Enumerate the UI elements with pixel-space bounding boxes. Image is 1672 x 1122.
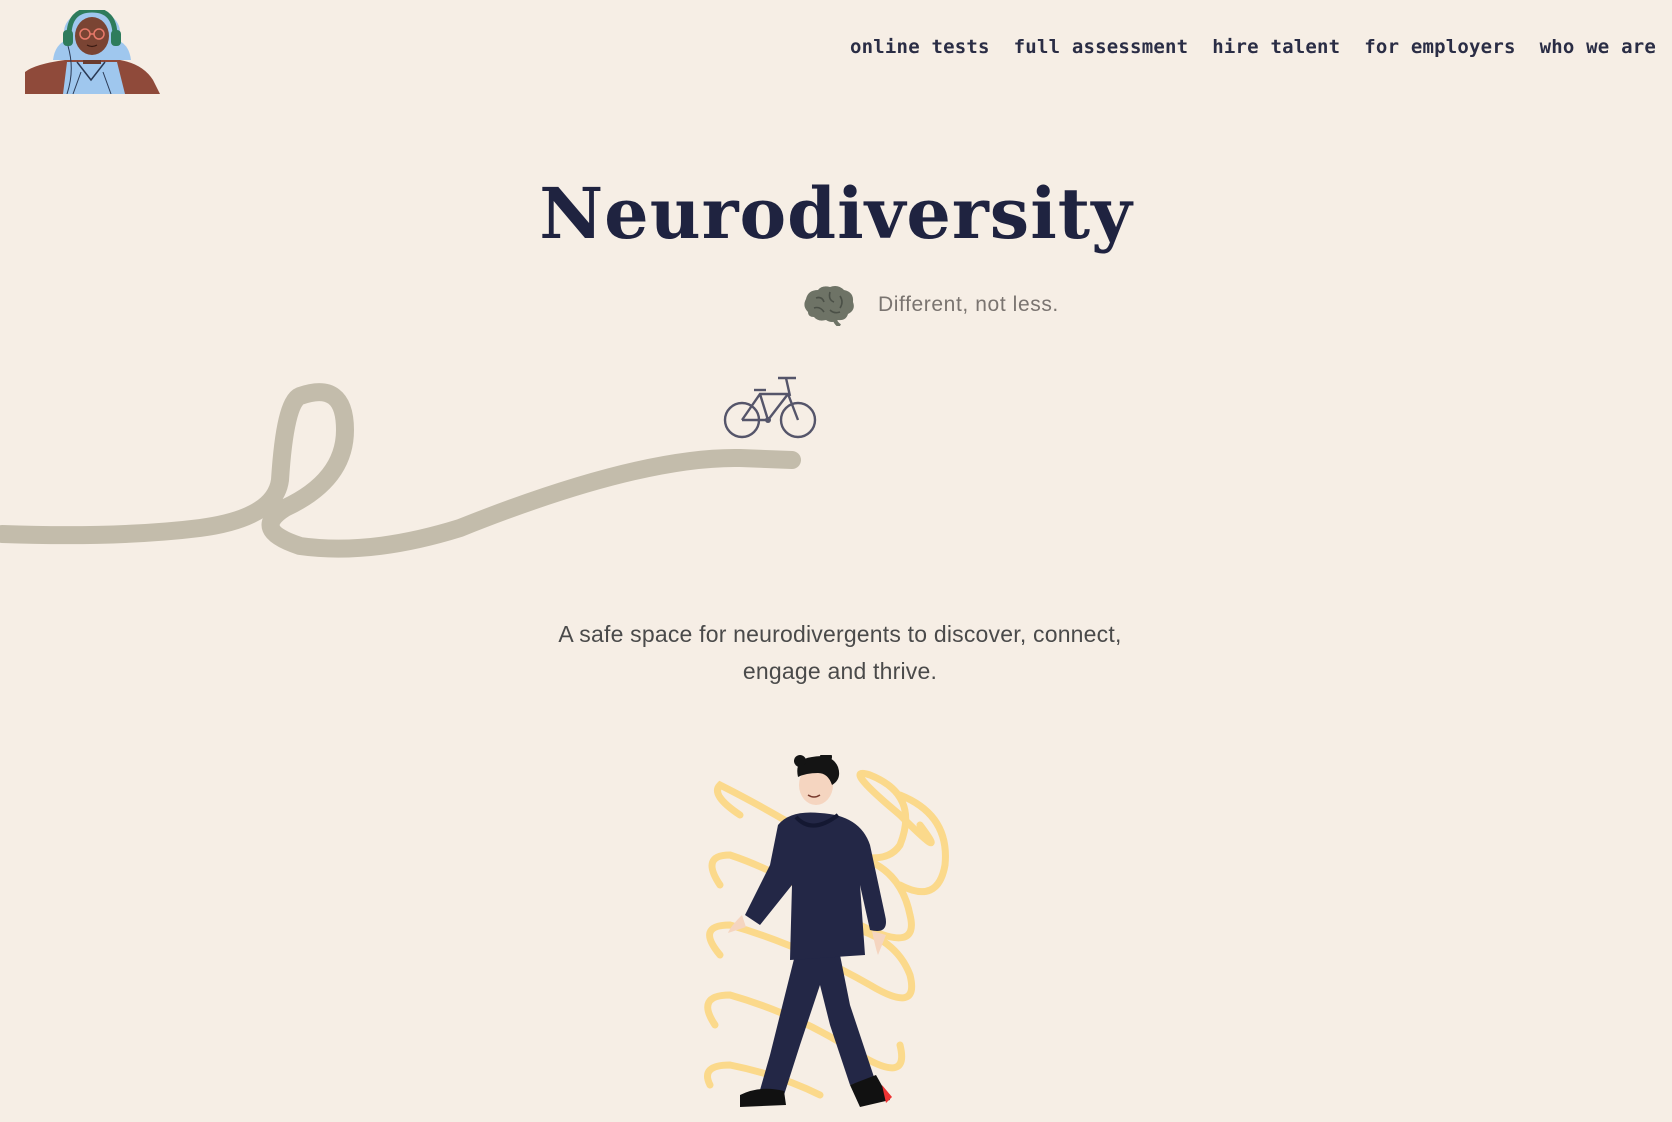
nav-who-we-are[interactable]: who we are: [1540, 36, 1656, 58]
bicycle-icon: [723, 376, 817, 439]
tagline-text: Different, not less.: [878, 293, 1059, 316]
nav-hire-talent[interactable]: hire talent: [1212, 36, 1340, 58]
tagline-row: Different, not less.: [800, 284, 1059, 326]
walking-person-illustration: [704, 755, 949, 1107]
nav-online-tests[interactable]: online tests: [850, 36, 990, 58]
intro-text: A safe space for neurodivergents to disc…: [0, 616, 1672, 690]
brain-icon: [804, 286, 854, 326]
hero-title: Neurodiversity: [539, 172, 1133, 255]
nav-for-employers[interactable]: for employers: [1364, 36, 1515, 58]
main-nav: online tests full assessment hire talent…: [850, 36, 1656, 58]
nav-full-assessment[interactable]: full assessment: [1014, 36, 1189, 58]
intro-line-1: A safe space for neurodivergents to disc…: [558, 621, 1122, 647]
logo-avatar-icon[interactable]: [25, 10, 160, 94]
squiggle-path-decoration: [0, 383, 801, 558]
intro-line-2: engage and thrive.: [742, 658, 938, 684]
